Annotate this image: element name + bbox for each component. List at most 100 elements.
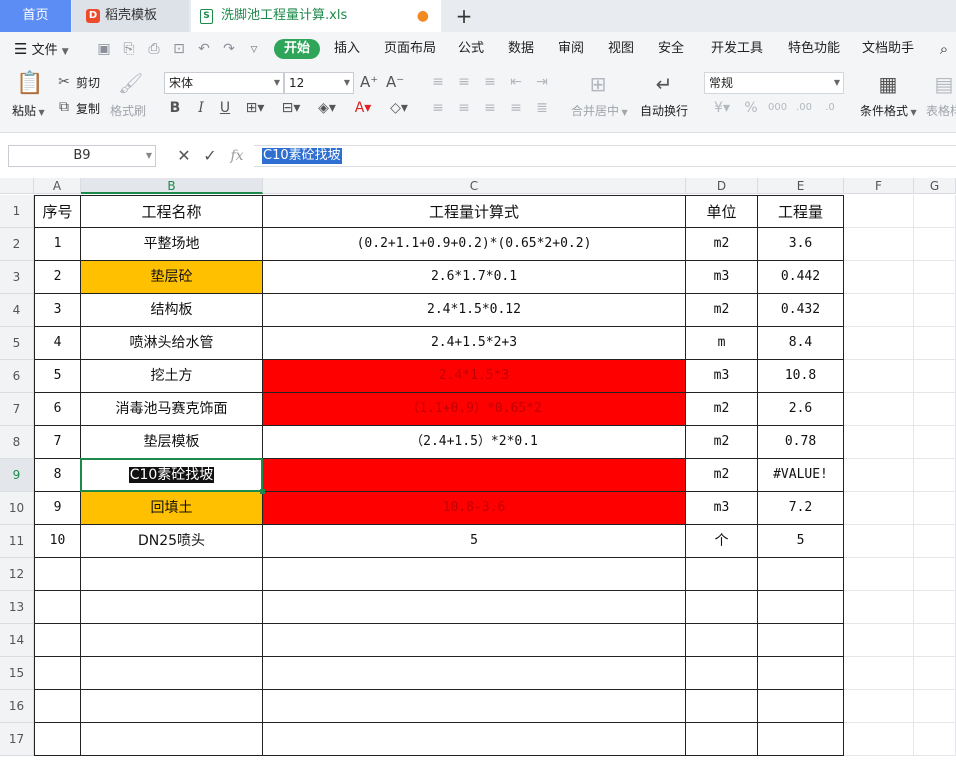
cell-e3[interactable]: 0.442	[758, 261, 844, 294]
table-style-icon[interactable]: ▤	[932, 72, 956, 96]
cell-c9[interactable]	[263, 459, 686, 492]
font-name-select[interactable]: 宋体 ▼	[164, 72, 284, 94]
cell-d9[interactable]: m2	[686, 459, 758, 492]
row-header-5[interactable]: 5	[0, 327, 34, 360]
currency-icon[interactable]: ¥▾	[708, 99, 736, 117]
cell-e9[interactable]: #VALUE!	[758, 459, 844, 492]
row-header-10[interactable]: 10	[0, 492, 34, 525]
column-header-c[interactable]: C	[263, 178, 686, 194]
decrease-font-icon[interactable]: A⁻	[386, 73, 404, 91]
cell-a4[interactable]: 3	[34, 294, 81, 327]
font-size-select[interactable]: 12 ▼	[284, 72, 354, 94]
conditional-format-button[interactable]: 条件格式 ▼	[860, 102, 917, 119]
print-preview-icon[interactable]: ⊡	[171, 41, 187, 57]
indent-icon[interactable]: ⇥	[534, 73, 550, 91]
cell-e15[interactable]	[758, 657, 844, 690]
cell-d16[interactable]	[686, 690, 758, 723]
cell-g4[interactable]	[914, 294, 956, 327]
cell-f5[interactable]	[844, 327, 914, 360]
cell-b10[interactable]: 回填土	[81, 492, 263, 525]
align-top-icon[interactable]: ≡	[430, 73, 446, 91]
cell-a9[interactable]: 8	[34, 459, 81, 492]
cell-f7[interactable]	[844, 393, 914, 426]
cell-e1[interactable]: 工程量	[758, 195, 844, 228]
scissors-icon[interactable]: ✂	[56, 73, 72, 91]
cell-a2[interactable]: 1	[34, 228, 81, 261]
cell-b15[interactable]	[81, 657, 263, 690]
menu-review[interactable]: 审阅	[558, 32, 584, 66]
cell-d11[interactable]: 个	[686, 525, 758, 558]
cell-b11[interactable]: DN25喷头	[81, 525, 263, 558]
cell-b2[interactable]: 平整场地	[81, 228, 263, 261]
menu-start[interactable]: 开始	[274, 39, 321, 59]
align-right-icon[interactable]: ≡	[482, 99, 498, 117]
cell-g7[interactable]	[914, 393, 956, 426]
cell-f13[interactable]	[844, 591, 914, 624]
cell-c12[interactable]	[263, 558, 686, 591]
cell-c6[interactable]: 2.4*1.5*3	[263, 360, 686, 393]
cancel-icon[interactable]: ✕	[176, 147, 192, 165]
row-header-15[interactable]: 15	[0, 657, 34, 690]
cell-g2[interactable]	[914, 228, 956, 261]
cell-c4[interactable]: 2.4*1.5*0.12	[263, 294, 686, 327]
cell-g14[interactable]	[914, 624, 956, 657]
cell-f15[interactable]	[844, 657, 914, 690]
fill-handle[interactable]	[260, 489, 265, 494]
cell-g9[interactable]	[914, 459, 956, 492]
cell-d7[interactable]: m2	[686, 393, 758, 426]
row-header-14[interactable]: 14	[0, 624, 34, 657]
cell-d15[interactable]	[686, 657, 758, 690]
cell-a17[interactable]	[34, 723, 81, 756]
cell-c13[interactable]	[263, 591, 686, 624]
cell-d17[interactable]	[686, 723, 758, 756]
menu-features[interactable]: 特色功能	[788, 32, 840, 66]
cell-e6[interactable]: 10.8	[758, 360, 844, 393]
cell-c5[interactable]: 2.4+1.5*2+3	[263, 327, 686, 360]
cell-e2[interactable]: 3.6	[758, 228, 844, 261]
table-style-button[interactable]: 表格样	[926, 102, 956, 119]
cell-e5[interactable]: 8.4	[758, 327, 844, 360]
cell-c17[interactable]	[263, 723, 686, 756]
cell-b12[interactable]	[81, 558, 263, 591]
cell-g10[interactable]	[914, 492, 956, 525]
fill-color-icon[interactable]: ◈▾	[314, 99, 340, 117]
cell-d1[interactable]: 单位	[686, 195, 758, 228]
cell-g17[interactable]	[914, 723, 956, 756]
cell-e16[interactable]	[758, 690, 844, 723]
cell-f3[interactable]	[844, 261, 914, 294]
cell-b16[interactable]	[81, 690, 263, 723]
menu-data[interactable]: 数据	[508, 32, 534, 66]
percent-icon[interactable]: %	[742, 99, 760, 117]
font-color-icon[interactable]: A▾	[350, 99, 376, 117]
cell-e14[interactable]	[758, 624, 844, 657]
cell-b8[interactable]: 垫层模板	[81, 426, 263, 459]
thousands-separator-icon[interactable]: 000	[768, 99, 787, 117]
cell-a3[interactable]: 2	[34, 261, 81, 294]
copy-icon[interactable]: ⧉	[56, 98, 72, 116]
cell-c1[interactable]: 工程量计算式	[263, 195, 686, 228]
clear-format-icon[interactable]: ◇▾	[386, 99, 412, 117]
cell-g16[interactable]	[914, 690, 956, 723]
cell-b1[interactable]: 工程名称	[81, 195, 263, 228]
cell-g3[interactable]	[914, 261, 956, 294]
cell-d12[interactable]	[686, 558, 758, 591]
cell-f1[interactable]	[844, 195, 914, 228]
row-header-16[interactable]: 16	[0, 690, 34, 723]
cell-a13[interactable]	[34, 591, 81, 624]
row-header-8[interactable]: 8	[0, 426, 34, 459]
formula-input[interactable]: C10素砼找坡	[254, 145, 956, 167]
cell-f17[interactable]	[844, 723, 914, 756]
cell-b13[interactable]	[81, 591, 263, 624]
cell-a14[interactable]	[34, 624, 81, 657]
name-box[interactable]: B9 ▼	[8, 145, 156, 167]
brush-icon[interactable]: 🖌	[118, 72, 143, 94]
increase-font-icon[interactable]: A⁺	[360, 73, 378, 91]
cut-button[interactable]: 剪切	[76, 74, 100, 91]
cell-c10[interactable]: 10.8-3.6	[263, 492, 686, 525]
merge-center-button[interactable]: 合并居中 ▼	[571, 102, 628, 119]
function-icon[interactable]: fx	[228, 147, 246, 165]
cell-c8[interactable]: （2.4+1.5）*2*0.1	[263, 426, 686, 459]
cell-d14[interactable]	[686, 624, 758, 657]
cell-g15[interactable]	[914, 657, 956, 690]
row-header-13[interactable]: 13	[0, 591, 34, 624]
